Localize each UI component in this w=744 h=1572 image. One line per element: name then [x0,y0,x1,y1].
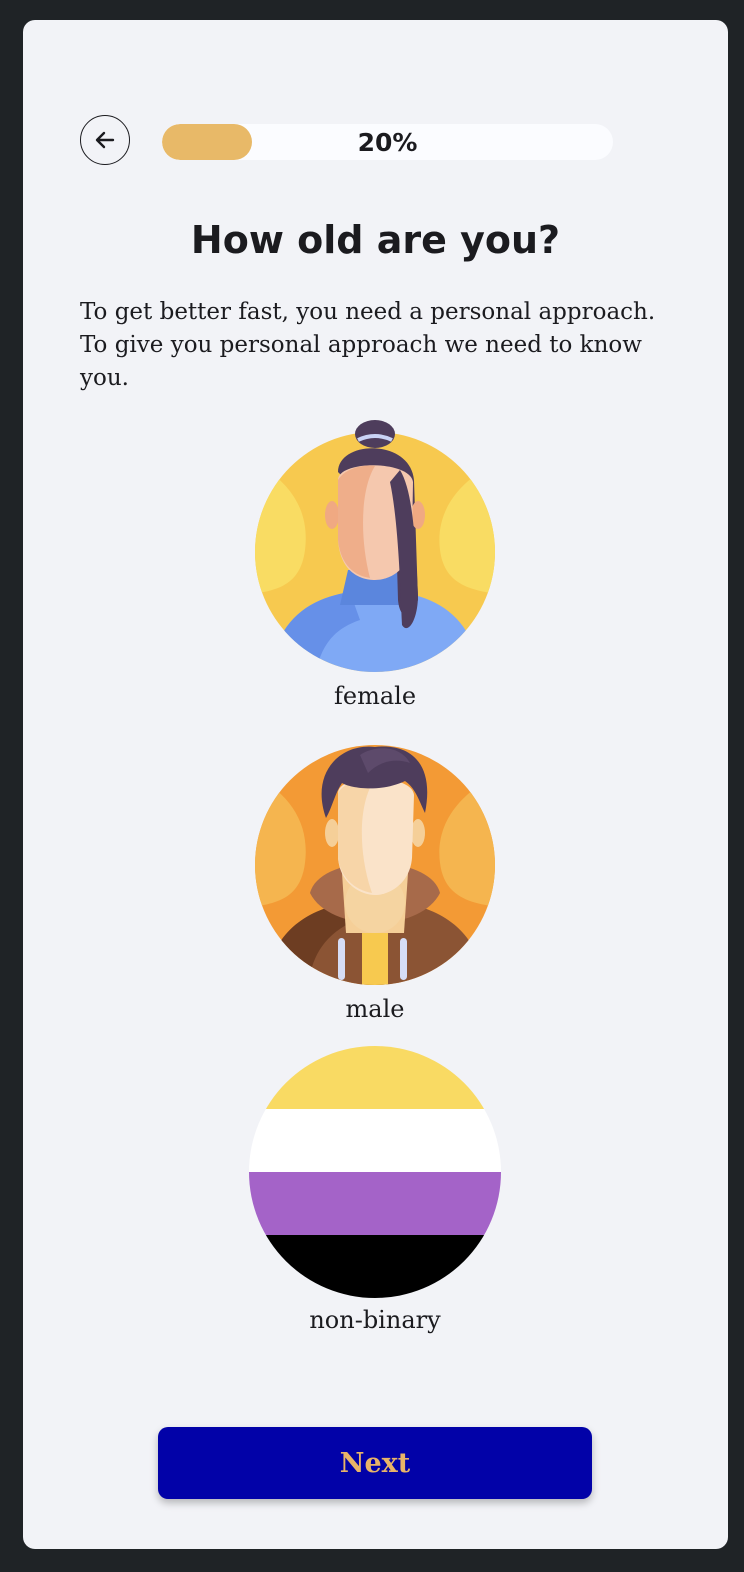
question-card: 20% How old are you? To get better fast,… [23,20,728,1549]
question-description: To get better fast, you need a personal … [80,299,656,391]
arrow-left-icon [95,131,115,149]
option-label-non-binary: non-binary [309,1306,441,1334]
option-label-female: female [333,682,417,710]
female-avatar-icon [255,420,495,672]
option-non-binary[interactable]: non-binary [225,1046,525,1334]
back-button[interactable] [80,115,130,165]
male-avatar-icon [255,745,495,985]
progress-bar: 20% [162,124,613,160]
nonbinary-flag-icon [249,1046,501,1298]
option-male[interactable]: male [225,733,525,1023]
progress-label: 20% [357,127,418,157]
page-title: How old are you? [190,218,561,262]
option-label-male: male [345,995,405,1023]
next-button[interactable]: Next [158,1427,592,1499]
option-female[interactable]: female [225,420,525,710]
